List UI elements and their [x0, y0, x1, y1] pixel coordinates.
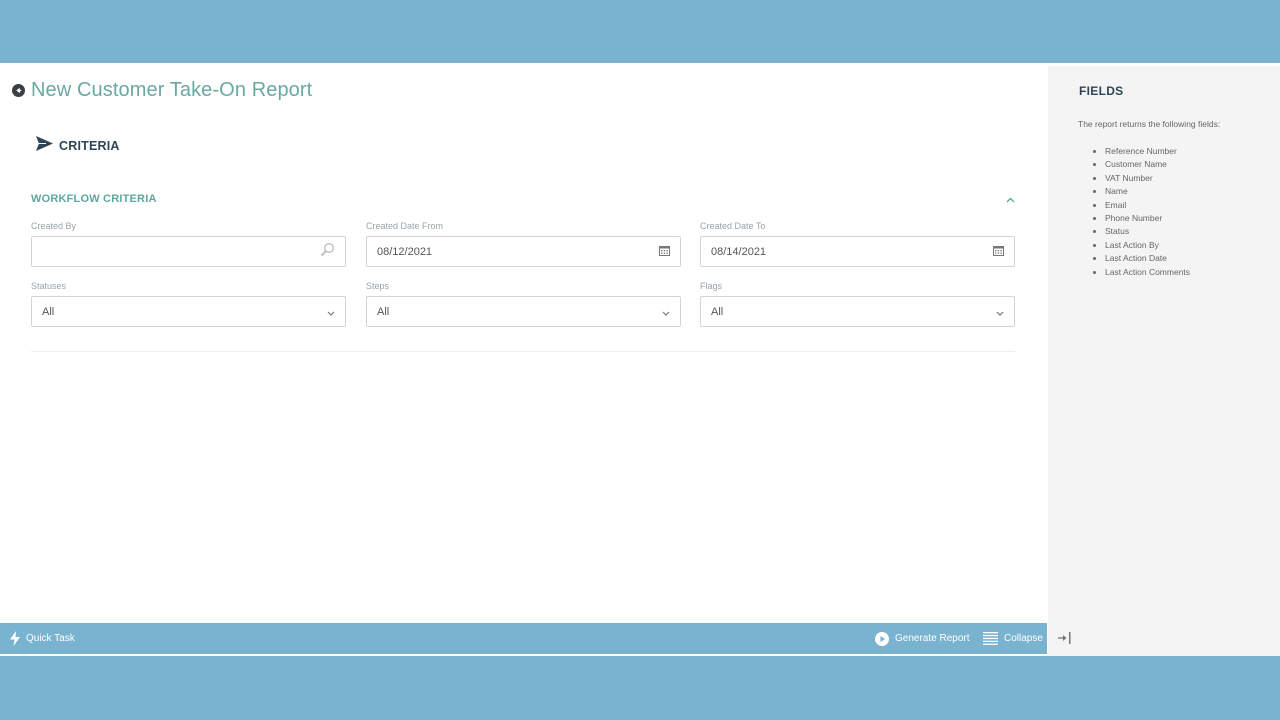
created-date-to-label: Created Date To: [700, 221, 766, 231]
list-item: Email: [1105, 199, 1190, 212]
workflow-criteria-header[interactable]: WORKFLOW CRITERIA: [31, 190, 1015, 208]
list-icon: [983, 632, 998, 645]
top-band: [0, 0, 1280, 63]
list-item: Status: [1105, 225, 1190, 238]
statuses-select[interactable]: All: [31, 296, 346, 327]
created-by-field: Created By: [31, 221, 346, 267]
main-content: New Customer Take-On Report CRITERIA WOR…: [0, 63, 1048, 623]
created-date-to-field: Created Date To 08/14/2021: [700, 221, 1015, 267]
chevron-up-icon[interactable]: [1006, 190, 1015, 208]
created-date-to-value: 08/14/2021: [711, 245, 767, 258]
criteria-label: CRITERIA: [59, 139, 120, 153]
quick-task-label: Quick Task: [26, 633, 75, 644]
steps-select[interactable]: All: [366, 296, 681, 327]
created-date-from-input[interactable]: 08/12/2021: [366, 236, 681, 267]
created-by-input[interactable]: [42, 245, 302, 258]
section-divider: [31, 351, 1015, 352]
search-icon[interactable]: [320, 242, 335, 262]
fields-sidebar: FIELDS The report returns the following …: [1048, 66, 1280, 656]
created-by-box[interactable]: [31, 236, 346, 267]
list-item: Last Action By: [1105, 239, 1190, 252]
flags-value: All: [711, 305, 724, 318]
fields-description: The report returns the following fields:: [1078, 119, 1221, 129]
list-item: Customer Name: [1105, 158, 1190, 171]
statuses-value: All: [42, 305, 55, 318]
criteria-heading: CRITERIA: [36, 136, 120, 156]
fields-title: FIELDS: [1079, 84, 1124, 98]
collapse-label: Collapse: [1004, 633, 1043, 644]
back-arrow-icon[interactable]: [12, 84, 25, 97]
statuses-label: Statuses: [31, 281, 67, 291]
list-item: Last Action Comments: [1105, 266, 1190, 279]
flags-field: Flags All: [700, 281, 1015, 327]
generate-report-label: Generate Report: [895, 633, 970, 644]
quick-task-button[interactable]: Quick Task: [10, 623, 75, 654]
created-date-to-input[interactable]: 08/14/2021: [700, 236, 1015, 267]
list-item: VAT Number: [1105, 172, 1190, 185]
expand-sidebar-icon[interactable]: [1058, 631, 1072, 649]
list-item: Last Action Date: [1105, 252, 1190, 265]
list-item: Reference Number: [1105, 145, 1190, 158]
play-icon: [875, 631, 889, 646]
calendar-icon[interactable]: [993, 243, 1004, 261]
steps-label: Steps: [366, 281, 390, 291]
bottom-toolbar: Quick Task Generate Report Collapse: [0, 623, 1047, 654]
created-date-from-value: 08/12/2021: [377, 245, 433, 258]
collapse-button[interactable]: Collapse: [983, 623, 1043, 654]
page-title: New Customer Take-On Report: [31, 79, 313, 101]
chevron-down-icon[interactable]: [996, 303, 1004, 321]
generate-report-button[interactable]: Generate Report: [875, 623, 970, 654]
flags-select[interactable]: All: [700, 296, 1015, 327]
created-date-from-label: Created Date From: [366, 221, 444, 231]
flags-label: Flags: [700, 281, 723, 291]
lightning-icon: [10, 631, 20, 646]
list-item: Phone Number: [1105, 212, 1190, 225]
send-icon: [36, 136, 53, 156]
steps-value: All: [377, 305, 390, 318]
chevron-down-icon[interactable]: [662, 303, 670, 321]
calendar-icon[interactable]: [659, 243, 670, 261]
app-area: New Customer Take-On Report CRITERIA WOR…: [0, 63, 1280, 656]
workflow-criteria-title: WORKFLOW CRITERIA: [31, 193, 157, 205]
list-item: Name: [1105, 185, 1190, 198]
title-row: New Customer Take-On Report: [12, 79, 312, 102]
bottom-band: [0, 656, 1280, 720]
statuses-field: Statuses All: [31, 281, 346, 327]
chevron-down-icon[interactable]: [327, 303, 335, 321]
steps-field: Steps All: [366, 281, 681, 327]
created-date-from-field: Created Date From 08/12/2021: [366, 221, 681, 267]
fields-list: Reference Number Customer Name VAT Numbe…: [1105, 145, 1190, 279]
created-by-label: Created By: [31, 221, 77, 231]
